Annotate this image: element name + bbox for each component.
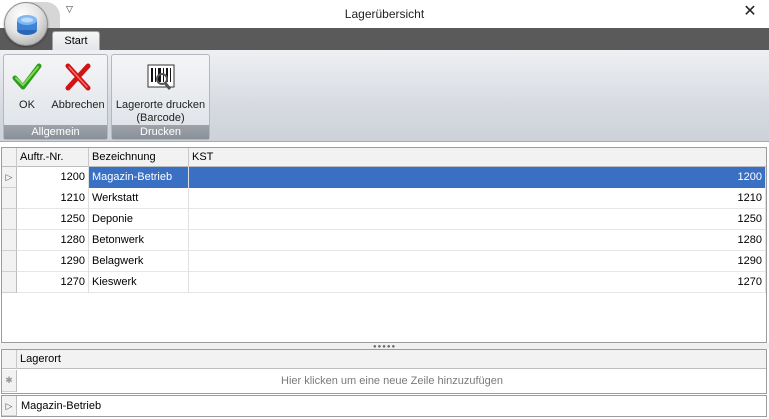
- cell-kst[interactable]: 1290: [189, 251, 766, 272]
- storage-location-grid: Lagerort ✱ Hier klicken um eine neue Zei…: [1, 349, 767, 394]
- ribbon-group-drucken: Lagerorte drucken (Barcode) Drucken: [111, 54, 210, 140]
- group-row-value: Magazin-Betrieb: [21, 400, 102, 412]
- new-row-asterisk-icon: ✱: [2, 370, 17, 392]
- table-row[interactable]: 1210 Werkstatt 1210: [2, 188, 766, 209]
- cancel-label: Abbrechen: [51, 99, 105, 111]
- cell-auftr-nr[interactable]: 1280: [17, 230, 89, 251]
- barcode-icon: [147, 64, 174, 90]
- row-indicator: [2, 188, 17, 209]
- cell-bezeichnung[interactable]: Magazin-Betrieb: [89, 167, 189, 188]
- new-row-hint: Hier klicken um eine neue Zeile hinzuzuf…: [281, 375, 503, 387]
- cell-bezeichnung[interactable]: Betonwerk: [89, 230, 189, 251]
- storage-grid: Auftr.-Nr. Bezeichnung KST ▷ 1200 Magazi…: [1, 147, 767, 343]
- cell-kst[interactable]: 1280: [189, 230, 766, 251]
- grid-header: Auftr.-Nr. Bezeichnung KST: [2, 148, 766, 167]
- ribbon: OK Abbrechen Allgemein Lagerorte drucken…: [0, 50, 769, 142]
- cell-kst[interactable]: 1250: [189, 209, 766, 230]
- print-locations-label: Lagerorte drucken (Barcode): [115, 99, 206, 124]
- table-row[interactable]: 1250 Deponie 1250: [2, 209, 766, 230]
- cancel-x-icon: [65, 63, 91, 91]
- ok-button[interactable]: OK: [6, 57, 48, 123]
- cell-auftr-nr[interactable]: 1250: [17, 209, 89, 230]
- row-indicator: [2, 209, 17, 230]
- window-title: Lagerübersicht: [344, 7, 425, 21]
- app-logo-icon: [17, 15, 37, 35]
- column-header-bezeichnung[interactable]: Bezeichnung: [89, 148, 189, 167]
- expand-arrow-icon[interactable]: ▷: [2, 396, 17, 416]
- ribbon-tab-strip: Start: [0, 28, 769, 50]
- close-button[interactable]: ✕: [741, 3, 759, 21]
- row-indicator: [2, 230, 17, 251]
- new-row[interactable]: ✱ Hier klicken um eine neue Zeile hinzuz…: [2, 370, 766, 392]
- print-locations-button[interactable]: Lagerorte drucken (Barcode): [114, 57, 207, 124]
- title-bar: ▽ Lagerübersicht ✕: [0, 0, 769, 28]
- column-header-auftr-nr[interactable]: Auftr.-Nr.: [17, 148, 89, 167]
- table-row[interactable]: 1280 Betonwerk 1280: [2, 230, 766, 251]
- cell-kst[interactable]: 1210: [189, 188, 766, 209]
- table-row[interactable]: ▷ 1200 Magazin-Betrieb 1200: [2, 167, 766, 188]
- cell-bezeichnung[interactable]: Deponie: [89, 209, 189, 230]
- group-row[interactable]: ▷ Magazin-Betrieb: [1, 395, 767, 417]
- cell-auftr-nr[interactable]: 1270: [17, 272, 89, 293]
- group-label-allgemein: Allgemein: [4, 125, 107, 139]
- cell-bezeichnung[interactable]: Belagwerk: [89, 251, 189, 272]
- row-indicator: [2, 251, 17, 272]
- cell-auftr-nr[interactable]: 1200: [17, 167, 89, 188]
- cell-kst[interactable]: 1270: [189, 272, 766, 293]
- tab-start[interactable]: Start: [52, 31, 100, 50]
- column-header-kst[interactable]: KST: [189, 148, 766, 167]
- row-indicator: [2, 272, 17, 293]
- cell-auftr-nr[interactable]: 1290: [17, 251, 89, 272]
- cell-bezeichnung[interactable]: Werkstatt: [89, 188, 189, 209]
- row-indicator-header: [2, 350, 17, 369]
- table-row[interactable]: 1290 Belagwerk 1290: [2, 251, 766, 272]
- table-row[interactable]: 1270 Kieswerk 1270: [2, 272, 766, 293]
- checkmark-icon: [12, 63, 42, 90]
- row-indicator-header: [2, 148, 17, 167]
- cell-kst[interactable]: 1200: [189, 167, 766, 188]
- group-label-drucken: Drucken: [112, 125, 209, 139]
- ok-label: OK: [19, 99, 35, 111]
- ribbon-group-allgemein: OK Abbrechen Allgemein: [3, 54, 108, 140]
- current-row-indicator-icon: ▷: [2, 167, 17, 188]
- column-header-lagerort[interactable]: Lagerort: [17, 350, 766, 369]
- detail-grid-header: Lagerort: [2, 350, 766, 369]
- cancel-button[interactable]: Abbrechen: [50, 57, 106, 123]
- cell-bezeichnung[interactable]: Kieswerk: [89, 272, 189, 293]
- application-menu-button[interactable]: [4, 2, 48, 46]
- cell-auftr-nr[interactable]: 1210: [17, 188, 89, 209]
